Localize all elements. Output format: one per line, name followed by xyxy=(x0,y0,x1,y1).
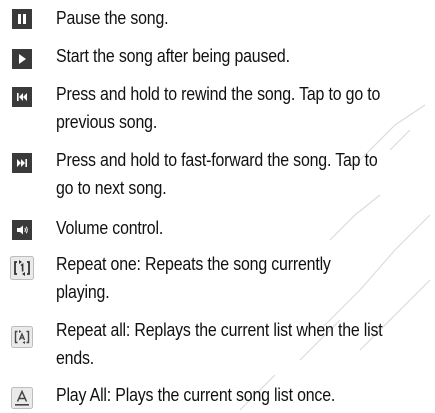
item-text: Repeat one: Repeats the song currently p… xyxy=(56,253,331,302)
item-text: Repeat all: Replays the current list whe… xyxy=(56,319,383,368)
list-item: Repeat all: Replays the current list whe… xyxy=(0,316,435,372)
play-icon xyxy=(12,49,32,69)
list-item: Repeat one: Repeats the song currently p… xyxy=(0,250,435,306)
fast-forward-icon xyxy=(12,153,32,173)
item-text: Volume control. xyxy=(56,217,164,238)
list-item: Press and hold to rewind the song. Tap t… xyxy=(0,80,435,136)
list-item: Press and hold to fast-forward the song.… xyxy=(0,146,435,202)
list-item: Pause the song. xyxy=(0,4,435,32)
list-item: Play All: Plays the current song list on… xyxy=(0,381,435,409)
pause-icon xyxy=(12,9,32,29)
repeat-all-icon xyxy=(11,326,33,348)
play-all-icon xyxy=(11,387,33,409)
rewind-icon xyxy=(12,87,32,107)
item-text: Start the song after being paused. xyxy=(56,45,290,66)
list-item: Start the song after being paused. xyxy=(0,42,435,70)
volume-icon xyxy=(12,220,32,240)
item-text: Press and hold to rewind the song. Tap t… xyxy=(56,83,381,132)
item-text: Pause the song. xyxy=(56,7,169,28)
item-text: Play All: Plays the current song list on… xyxy=(56,384,336,405)
item-text: Press and hold to fast-forward the song.… xyxy=(56,149,378,198)
repeat-one-icon xyxy=(10,256,34,280)
list-item: Volume control. xyxy=(0,214,435,242)
